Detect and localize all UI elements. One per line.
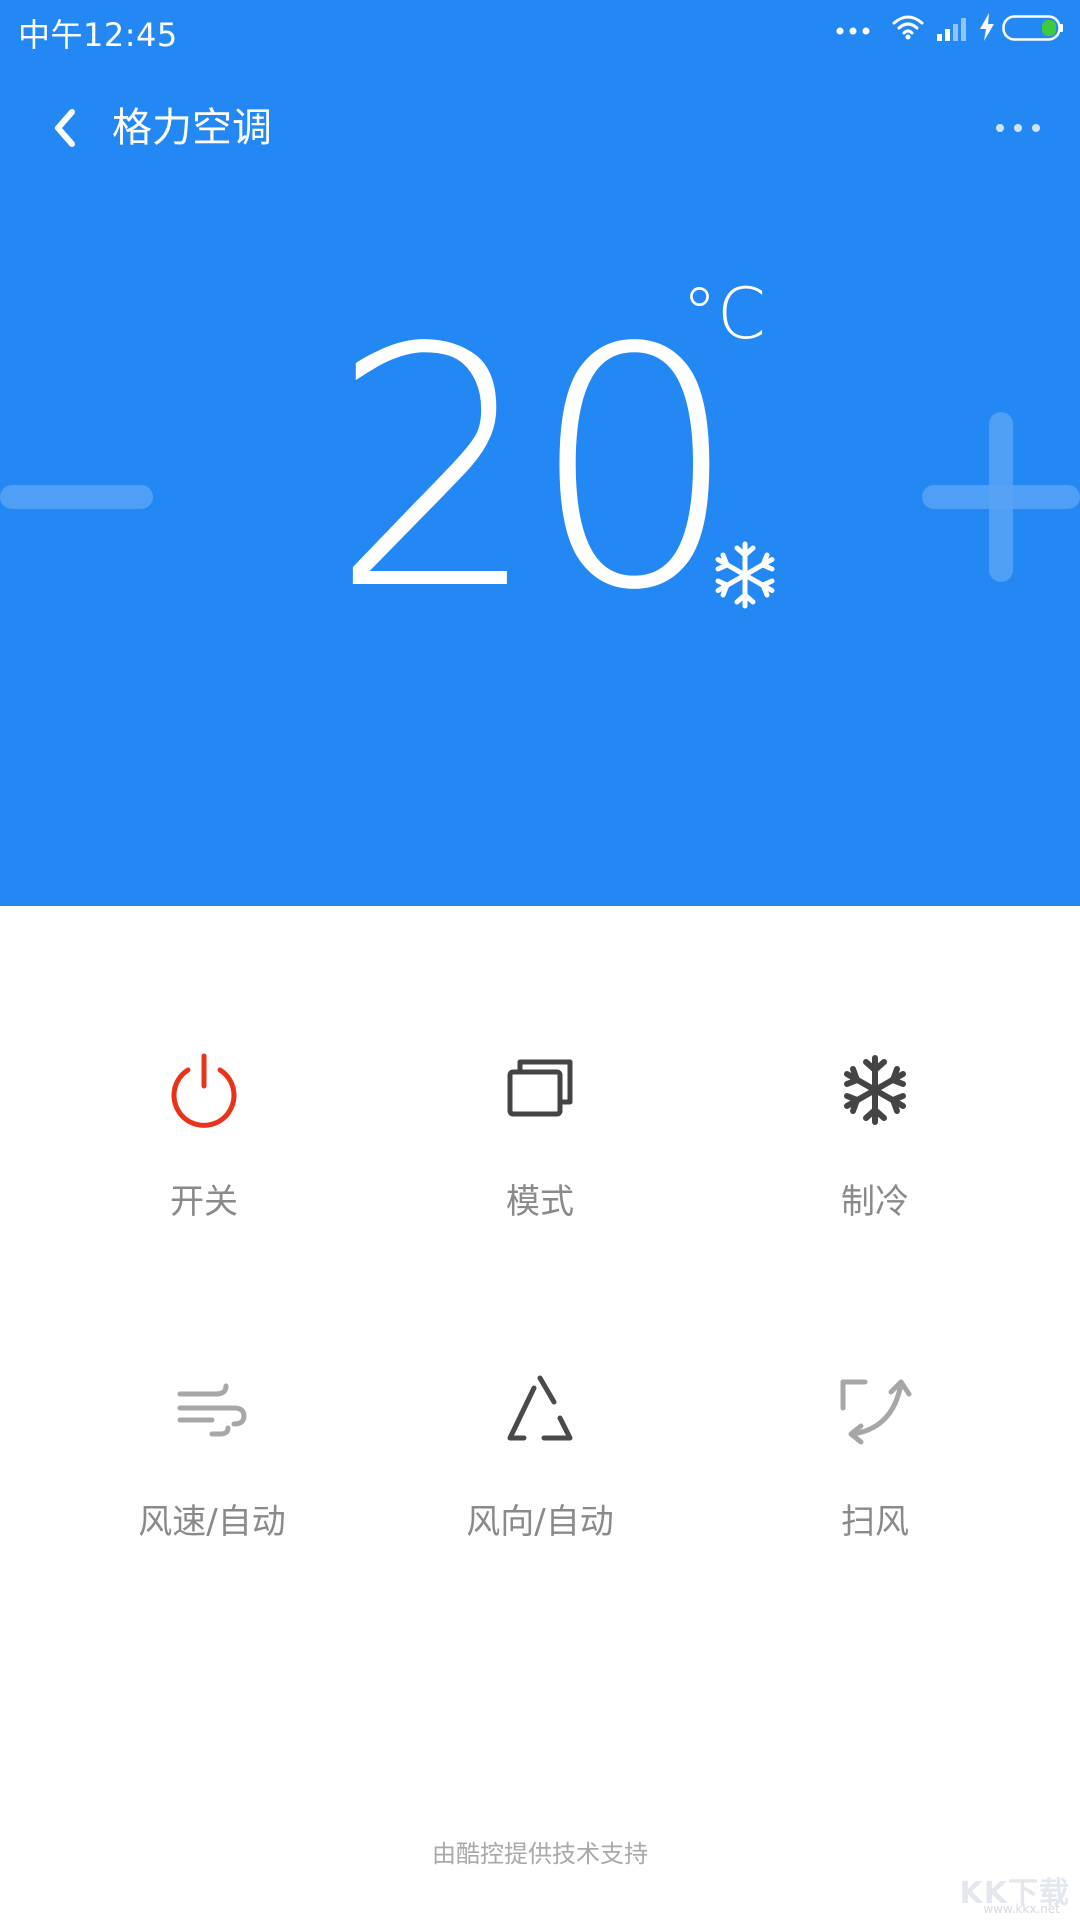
- watermark: KK下载 www.kkx.net: [942, 1868, 1070, 1918]
- power-icon: [171, 1053, 237, 1128]
- fan-speed-button[interactable]: 风速/自动: [72, 1350, 352, 1570]
- cool-button[interactable]: 制冷: [735, 1030, 1015, 1250]
- battery-icon: [1002, 15, 1063, 41]
- temperature-unit: °C: [682, 273, 766, 355]
- power-button[interactable]: 开关: [64, 1030, 344, 1250]
- swing-label: 扫风: [841, 1502, 909, 1542]
- cool-label: 制冷: [841, 1182, 909, 1222]
- fan-speed-label: 风速/自动: [138, 1502, 286, 1542]
- status-bar: 中午12:45: [0, 0, 1080, 60]
- fan-direction-button[interactable]: 风向/自动: [400, 1350, 680, 1570]
- minus-icon: [0, 485, 153, 509]
- mode-windows-icon: [507, 1059, 573, 1117]
- snowflake-icon: [844, 1055, 906, 1125]
- temperature-value: 20: [330, 278, 740, 662]
- swing-icon: [840, 1379, 912, 1445]
- snowflake-icon: [715, 541, 775, 609]
- mode-button[interactable]: 模式: [400, 1030, 680, 1250]
- back-button[interactable]: [40, 100, 96, 156]
- watermark-sub: www.kkx.net: [983, 1902, 1060, 1916]
- wind-icon: [177, 1383, 247, 1437]
- swing-button[interactable]: 扫风: [735, 1350, 1015, 1570]
- wifi-icon: [892, 15, 924, 40]
- temperature-panel: 中午12:45 格力空调 20 °C: [0, 0, 1080, 906]
- plus-icon: [922, 412, 1080, 582]
- charging-icon: [980, 13, 994, 41]
- power-label: 开关: [170, 1182, 238, 1222]
- control-grid: 开关 模式 制冷 风速/自动 风向/自动 扫风: [0, 1030, 1080, 1590]
- more-options-button[interactable]: [992, 110, 1046, 146]
- status-time: 中午12:45: [18, 16, 178, 54]
- signal-icon: [937, 18, 966, 41]
- app-bar: 格力空调: [0, 88, 1080, 168]
- triangle-icon: [507, 1375, 573, 1441]
- fan-direction-label: 风向/自动: [466, 1502, 614, 1542]
- temperature-decrease-button[interactable]: [0, 482, 155, 512]
- mode-label: 模式: [506, 1182, 574, 1222]
- status-icons: [836, 12, 1066, 48]
- powered-by-note: 由酷控提供技术支持: [432, 1840, 648, 1868]
- temperature-increase-button[interactable]: [922, 412, 1080, 582]
- page-title: 格力空调: [112, 105, 272, 151]
- ac-remote-screen: 中午12:45 格力空调 20 °C 开关 模式 制冷 风速/自动 风向/自动 …: [0, 0, 1080, 1920]
- more-dots-icon: [996, 124, 1040, 132]
- more-notifications-icon: [836, 27, 870, 35]
- chevron-left-icon: [55, 109, 75, 147]
